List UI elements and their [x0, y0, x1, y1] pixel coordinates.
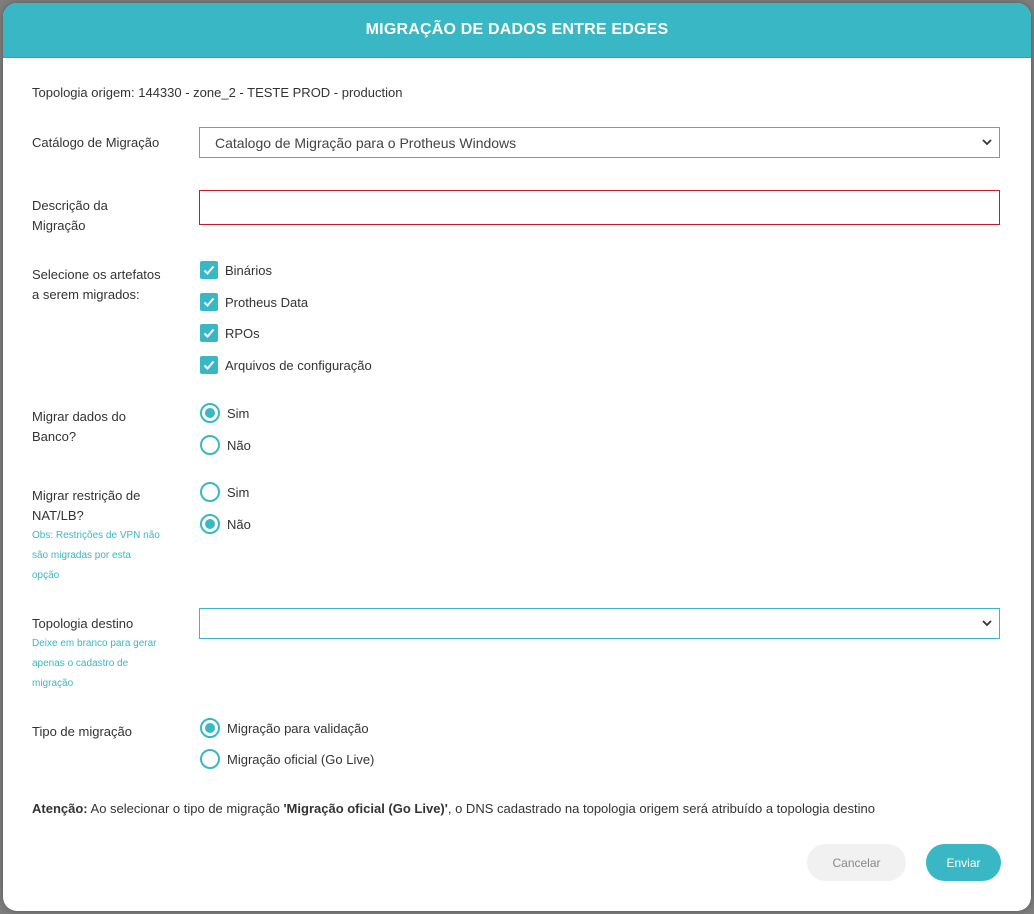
migrate-nat-radio-nao[interactable]: Não [200, 514, 251, 534]
check-icon [200, 261, 218, 279]
migrate-nat-note: Obs: Restrições de VPN não são migradas … [32, 526, 160, 586]
radio-icon [200, 482, 220, 502]
migrate-db-radio-sim[interactable]: Sim [200, 403, 249, 423]
radio-label: Sim [227, 405, 250, 421]
artifact-label: Protheus Data [225, 294, 309, 310]
radio-label: Não [227, 437, 251, 453]
check-icon [200, 324, 218, 342]
topology-dest-select[interactable] [199, 608, 1000, 639]
radio-label: Migração para validação [227, 720, 369, 736]
description-label: Descrição da Migração [32, 196, 108, 236]
migrate-nat-note-line3: opção [32, 570, 60, 581]
modal-header: MIGRAÇÃO DE DADOS ENTRE EDGES [3, 3, 1031, 58]
migrate-db-label-line2: Banco? [32, 429, 77, 444]
topology-origin-text: Topologia origem: 144330 - zone_2 - TEST… [32, 85, 403, 100]
radio-label: Sim [227, 484, 250, 500]
chevron-down-icon [982, 620, 992, 627]
artifact-checkbox-config-files[interactable]: Arquivos de configuração [200, 356, 372, 374]
migrate-db-label-line1: Migrar dados do [32, 409, 126, 424]
migration-modal: MIGRAÇÃO DE DADOS ENTRE EDGES Topologia … [3, 3, 1031, 911]
chevron-down-icon [982, 139, 992, 146]
warning-highlight: 'Migração oficial (Go Live)' [283, 801, 448, 816]
artifact-label: RPOs [225, 325, 260, 341]
migrate-nat-label-line1: Migrar restrição de [32, 488, 141, 503]
migrate-nat-note-line1: Obs: Restrições de VPN não [32, 530, 160, 541]
description-label-line2: Migração [32, 218, 86, 233]
migration-type-radio-validation[interactable]: Migração para validação [200, 718, 369, 738]
description-label-line1: Descrição da [32, 198, 108, 213]
radio-icon [200, 435, 220, 455]
cancel-button[interactable]: Cancelar [807, 844, 906, 881]
migrate-nat-label-line2: NAT/LB? [32, 508, 84, 523]
topology-dest-note: Deixe em branco para gerar apenas o cada… [32, 634, 157, 694]
topology-dest-label: Topologia destino [32, 616, 134, 631]
modal-title: MIGRAÇÃO DE DADOS ENTRE EDGES [365, 21, 669, 38]
radio-icon [200, 514, 220, 534]
artifact-label: Binários [225, 262, 272, 278]
migration-type-label: Tipo de migração [32, 724, 132, 739]
warning-text-1: Ao selecionar o tipo de migração [87, 801, 284, 816]
topology-dest-note-line3: migração [32, 678, 74, 689]
radio-icon [200, 718, 220, 738]
migrate-nat-radio-sim[interactable]: Sim [200, 482, 249, 502]
submit-button[interactable]: Enviar [926, 844, 1001, 881]
artifact-checkbox-rpos[interactable]: RPOs [200, 324, 260, 342]
radio-icon [200, 403, 220, 423]
catalog-select[interactable]: Catalogo de Migração para o Protheus Win… [199, 127, 1000, 158]
artifact-label: Arquivos de configuração [225, 357, 372, 373]
migrate-db-label: Migrar dados do Banco? [32, 407, 126, 447]
radio-icon [200, 749, 220, 769]
check-icon [200, 293, 218, 311]
warning-text-2: , o DNS cadastrado na topologia origem s… [447, 801, 875, 816]
topology-dest-note-line2: apenas o cadastro de [32, 658, 129, 669]
catalog-label: Catálogo de Migração [32, 135, 160, 150]
topology-dest-note-line1: Deixe em branco para gerar [32, 638, 157, 649]
artifact-checkbox-binarios[interactable]: Binários [200, 261, 272, 279]
radio-label: Não [227, 516, 251, 532]
artifacts-label: Selecione os artefatos a serem migrados: [32, 265, 161, 305]
catalog-select-value: Catalogo de Migração para o Protheus Win… [215, 134, 517, 151]
check-icon [200, 356, 218, 374]
artifacts-label-line1: Selecione os artefatos [32, 267, 161, 282]
migrate-nat-note-line2: são migradas por esta [32, 550, 131, 561]
description-input[interactable] [199, 190, 1000, 225]
artifacts-label-line2: a serem migrados: [32, 287, 140, 302]
artifact-checkbox-protheus-data[interactable]: Protheus Data [200, 293, 308, 311]
migrate-db-radio-nao[interactable]: Não [200, 435, 251, 455]
warning-prefix: Atenção: [32, 801, 88, 816]
radio-label: Migração oficial (Go Live) [227, 751, 375, 767]
migrate-nat-label: Migrar restrição de NAT/LB? [32, 486, 140, 526]
warning-text: Atenção: Ao selecionar o tipo de migraçã… [32, 801, 875, 816]
migration-type-radio-golive[interactable]: Migração oficial (Go Live) [200, 749, 374, 769]
